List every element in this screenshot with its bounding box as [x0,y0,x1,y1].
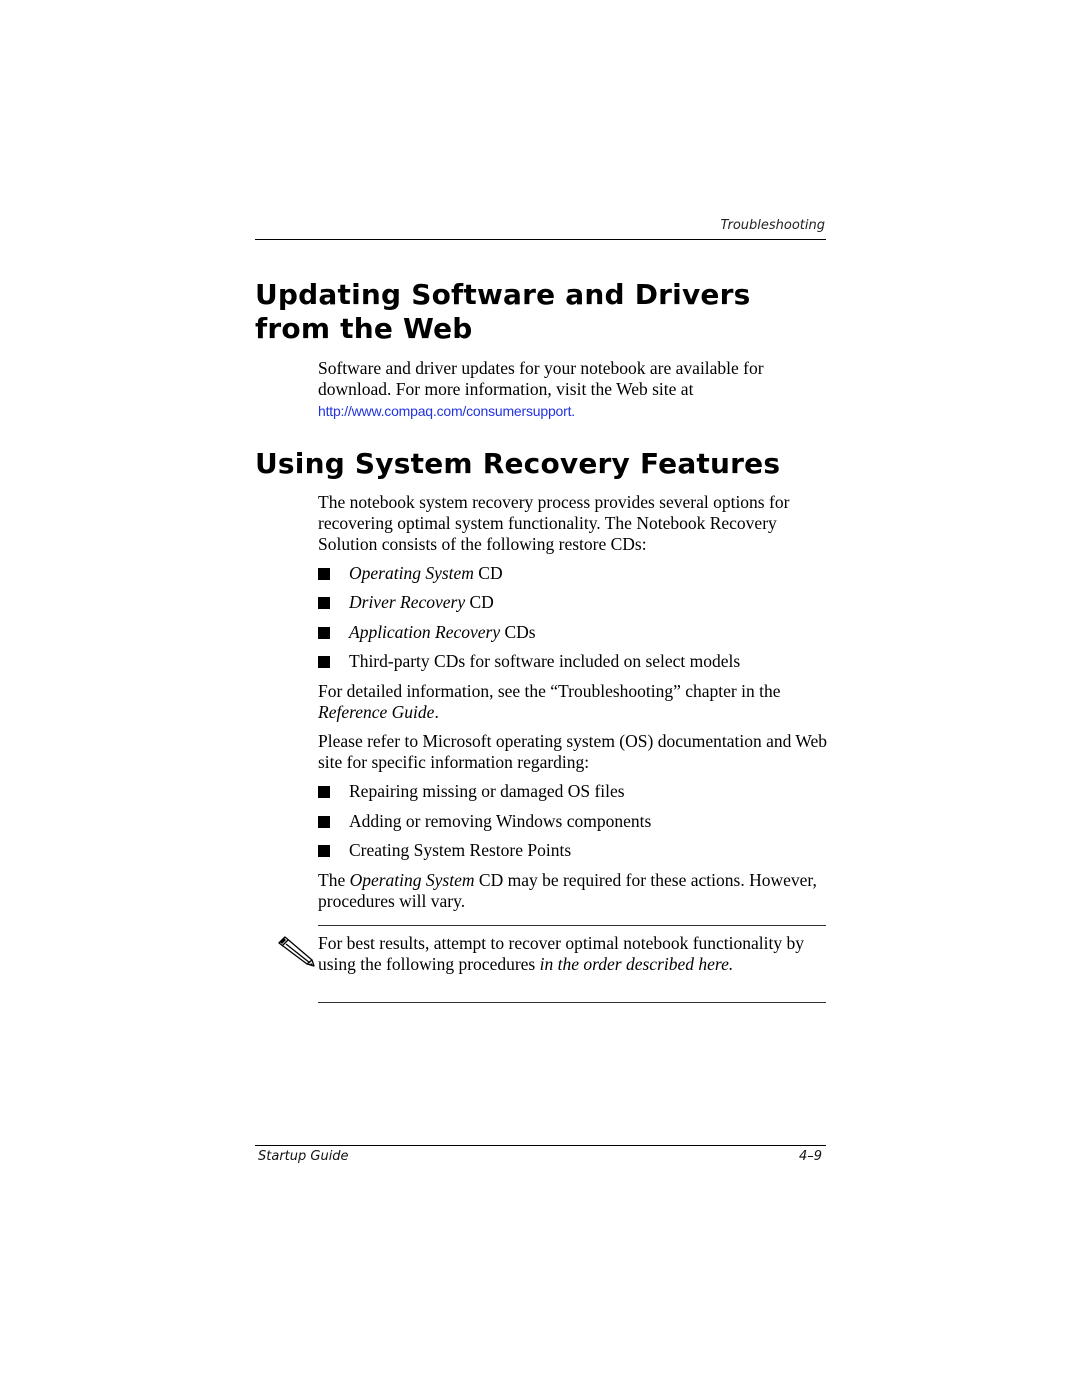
detail-paragraph: For detailed information, see the “Troub… [318,681,828,723]
list-item-text: Third-party CDs for software included on… [349,651,741,671]
note-bottom-rule [318,1002,826,1003]
list-item-italic: Driver Recovery [349,592,466,612]
update-paragraph: Software and driver updates for your not… [318,358,828,422]
list-item: Third-party CDs for software included on… [318,651,828,672]
bullet-square-icon [318,815,330,828]
consumer-support-link[interactable]: http://www.compaq.com/consumersupport. [318,403,575,419]
recovery-intro-text: The notebook system recovery process pro… [318,492,790,554]
page-number: 4–9 [798,1149,822,1164]
note-italic: in the order described here. [539,954,734,974]
list-item-italic: Operating System [349,563,474,583]
note-text: For best results, attempt to recover opt… [318,933,828,975]
pencil-note-icon [278,936,315,967]
header-rule [255,239,826,240]
list-item-italic: Application Recovery [349,622,501,642]
running-head: Troubleshooting [720,218,825,233]
list-item: Repairing missing or damaged OS files [318,781,828,802]
section-heading-updating: Updating Software and Drivers from the W… [255,278,751,345]
recovery-intro: The notebook system recovery process pro… [318,492,828,555]
list-item: Creating System Restore Points [318,840,828,861]
list-item: Driver Recovery CD [318,592,828,613]
bullet-square-icon [318,785,330,798]
note-top-rule [318,925,826,926]
reference-guide-title: Reference Guide [318,702,435,722]
document-page: Troubleshooting Updating Software and Dr… [0,0,1080,1397]
detail-text-end: . [434,702,439,722]
update-text: Software and driver updates for your not… [318,358,764,399]
list-item-text: Repairing missing or damaged OS files [349,781,625,801]
section-heading-recovery: Using System Recovery Features [255,447,781,480]
list-item: Operating System CD [318,563,828,584]
list-item: Adding or removing Windows components [318,811,828,832]
microsoft-paragraph: Please refer to Microsoft operating syst… [318,731,828,773]
list-item-text: Adding or removing Windows components [349,811,652,831]
os-cd-paragraph: The Operating System CD may be required … [318,870,828,912]
bullet-square-icon [318,567,330,580]
footer-guide-title: Startup Guide [258,1149,349,1164]
list-item-text: CD [465,592,494,612]
bullet-square-icon [318,655,330,668]
list-item: Application Recovery CDs [318,622,828,643]
os-cd-italic: Operating System [349,870,475,890]
list-item-text: CDs [500,622,536,642]
list-item-text: CD [473,563,503,583]
bullet-square-icon [318,626,330,639]
microsoft-text: Please refer to Microsoft operating syst… [318,731,828,772]
os-cd-text: The [318,870,350,890]
list-item-text: Creating System Restore Points [349,840,572,860]
bullet-square-icon [318,844,330,857]
bullet-square-icon [318,596,330,609]
footer-rule [255,1145,826,1146]
detail-text: For detailed information, see the “Troub… [318,681,781,701]
